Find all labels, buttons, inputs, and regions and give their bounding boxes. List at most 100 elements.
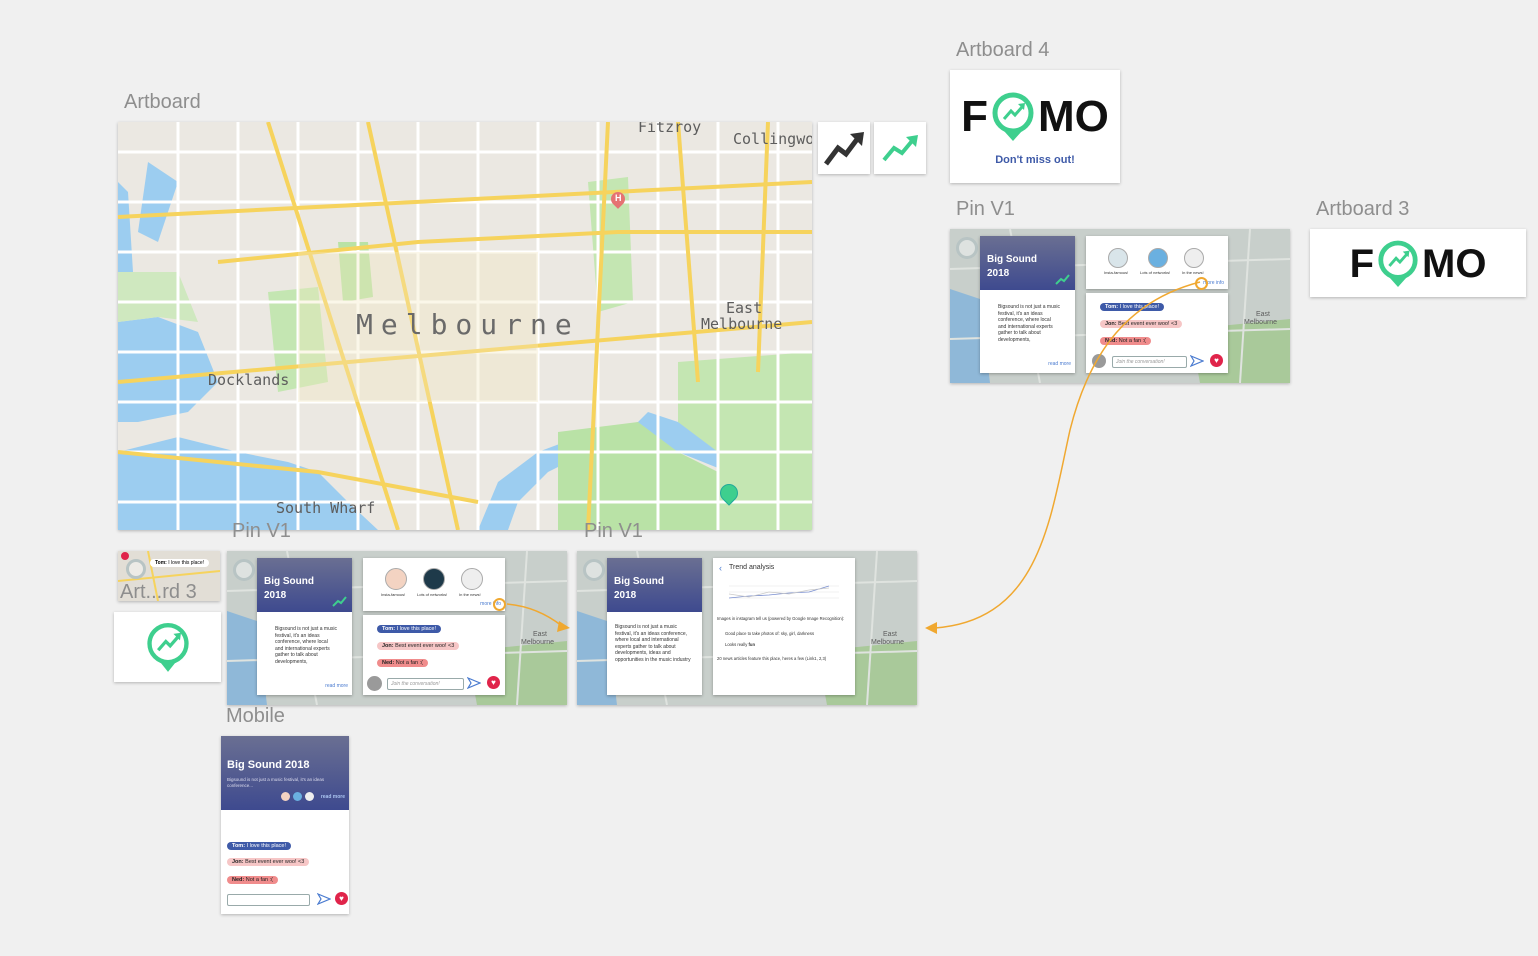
chat-input-a[interactable]: Join the conversation! <box>387 678 464 690</box>
event-title-line1-a: Big Sound <box>264 576 314 587</box>
networks-badge-label-a: Lots of networks! <box>417 592 448 597</box>
map-label-east-small: East <box>1256 311 1271 318</box>
event-card[interactable]: Big Sound 2018 Bigsound is not just a mu… <box>980 236 1075 373</box>
networks-badge-icon-a[interactable] <box>423 568 445 590</box>
hotspot-ring[interactable] <box>1195 277 1208 290</box>
insta-badge-icon-a[interactable] <box>385 568 407 590</box>
trend-up-green-icon <box>882 135 918 162</box>
mobile-title: Big Sound 2018 <box>227 759 310 771</box>
chat-input[interactable]: Join the conversation! <box>1112 356 1187 368</box>
chat-tom-name-a: Tom: <box>382 626 396 632</box>
mobile-tom-msg: I love this place! <box>246 843 287 849</box>
chat-jon-msg-a: Best event ever woo! <3 <box>395 643 455 649</box>
badges-card-a[interactable]: Insta-famous! Lots of networks! In the n… <box>363 558 506 611</box>
chat-jon-msg: Best event ever woo! <3 <box>1118 321 1178 327</box>
mobile-ned-msg: Not a fan :( <box>245 877 273 883</box>
hospital-pin-letter: H <box>615 193 622 203</box>
heart-icon-a[interactable]: ♥ <box>487 676 500 689</box>
mobile-badge-2-icon[interactable] <box>293 792 302 801</box>
mobile-label[interactable]: Mobile <box>226 705 285 728</box>
mobile-heart-icon[interactable]: ♥ <box>335 892 348 905</box>
event-title-line1: Big Sound <box>987 254 1037 265</box>
mobile-board[interactable]: Big Sound 2018 Bigsound is not just a mu… <box>221 736 349 914</box>
user-avatar-a <box>367 676 382 691</box>
map-label-fitzroy: Fitzroy <box>638 122 702 136</box>
map-label-south-wharf: South Wharf <box>276 499 376 517</box>
event-card-b[interactable]: Big Sound 2018 Bigsound is not just a mu… <box>607 558 702 695</box>
pin-v1-a-label[interactable]: Pin V1 <box>232 520 291 543</box>
pin-v1-b-label[interactable]: Pin V1 <box>584 520 643 543</box>
mini-heart-icon <box>121 552 129 560</box>
trend-card[interactable]: ‹ Trend analysis Images in instagram tel… <box>713 558 855 695</box>
insta-badge-label: Insta-famous! <box>1104 270 1129 275</box>
event-hero-b: Big Sound 2018 <box>607 558 702 612</box>
green-pin-board[interactable] <box>114 612 221 682</box>
mobile-hero: Big Sound 2018 Bigsound is not just a mu… <box>221 736 349 810</box>
chat-card[interactable]: Tom: I love this place! Jon: Best event … <box>1086 293 1228 373</box>
location-ring[interactable] <box>956 237 978 259</box>
trend-line4: 20 news articles feature this place, her… <box>717 656 827 661</box>
artboard4[interactable]: F MO Don't miss out! <box>950 70 1120 183</box>
mobile-send-icon[interactable] <box>317 893 331 905</box>
chat-jon-name-a: Jon: <box>382 643 394 649</box>
heart-icon[interactable]: ♥ <box>1210 354 1223 367</box>
map-label-east-b: East <box>883 631 898 638</box>
pin-v1-a-board[interactable]: East Melbourne Big Sound 2018 Bigsound i… <box>227 551 567 705</box>
badges-card[interactable]: Insta-famous! Lots of networks! In the n… <box>1086 236 1228 290</box>
map-label-collingwood: Collingwo <box>733 130 812 148</box>
chat-msg-ned: Ned: Not a fan :( <box>1100 337 1151 345</box>
event-description-a: Bigsound is not just a music festival, i… <box>275 626 337 665</box>
news-badge-label-a: In the news! <box>459 592 481 597</box>
trend-title: Trend analysis <box>729 564 775 571</box>
back-chevron-icon[interactable]: ‹ <box>719 563 722 573</box>
green-pin-icon <box>147 623 189 672</box>
networks-badge-icon[interactable] <box>1148 248 1168 268</box>
read-more-link[interactable]: read more <box>1048 361 1071 367</box>
send-icon[interactable] <box>1190 355 1204 367</box>
mobile-read-more[interactable]: read more <box>321 794 345 800</box>
event-hero: Big Sound 2018 <box>980 236 1075 290</box>
event-title-line2-b: 2018 <box>614 590 637 601</box>
pin-v1-right-label[interactable]: Pin V1 <box>956 198 1015 221</box>
event-title-line2-a: 2018 <box>264 590 287 601</box>
trend-icon-green-board[interactable] <box>874 122 926 174</box>
news-badge-icon-a[interactable] <box>461 568 483 590</box>
mini-chat-msg: Tom: I love this place! <box>150 559 210 567</box>
chat-tom-msg-a: I love this place! <box>396 626 437 632</box>
event-title-line2: 2018 <box>987 268 1010 279</box>
event-card-a[interactable]: Big Sound 2018 Bigsound is not just a mu… <box>257 558 352 695</box>
mobile-badge-1-icon[interactable] <box>281 792 290 801</box>
trend-up-dark-icon <box>824 132 864 166</box>
fomo-pin-icon-2 <box>1378 240 1418 287</box>
trend-icon-dark-board[interactable] <box>818 122 870 174</box>
map-label-east-melbourne: Melbourne <box>701 315 783 333</box>
mobile-chat-input[interactable] <box>227 894 310 906</box>
artboard3-label[interactable]: Artboard 3 <box>1316 198 1409 221</box>
insta-badge-icon[interactable] <box>1108 248 1128 268</box>
chat-jon-name: Jon: <box>1105 321 1117 327</box>
chat-msg-tom: Tom: I love this place! <box>1100 303 1165 311</box>
chat-ned-msg-a: Not a fan :( <box>395 660 423 666</box>
pin-v1-right-board[interactable]: East Melbourne Big Sound 2018 Bigsound i… <box>950 229 1290 383</box>
artboard-label[interactable]: Artboard <box>124 91 201 114</box>
mobile-badge-3-icon[interactable] <box>305 792 314 801</box>
mobile-msg-jon: Jon: Best event ever woo! <3 <box>227 858 310 866</box>
art-rd3-label[interactable]: Art...rd 3 <box>120 581 197 604</box>
hotspot-ring-a[interactable] <box>493 598 506 611</box>
fomo-logo-mo-2: MO <box>1422 241 1487 286</box>
artboard-map[interactable]: Melbourne Docklands South Wharf East Mel… <box>118 122 812 530</box>
news-badge-icon[interactable] <box>1184 248 1204 268</box>
chat-card-a[interactable]: Tom: I love this place! Jon: Best event … <box>363 615 505 695</box>
fomo-tagline: Don't miss out! <box>995 154 1075 166</box>
artboard4-label[interactable]: Artboard 4 <box>956 39 1049 62</box>
location-ring-b[interactable] <box>583 559 605 581</box>
event-description-b: Bigsound is not just a music festival, i… <box>615 624 691 663</box>
user-avatar <box>1092 354 1106 368</box>
location-ring-a[interactable] <box>233 559 255 581</box>
artboard3[interactable]: F MO <box>1310 229 1526 297</box>
send-icon-a[interactable] <box>467 677 481 689</box>
fomo-logo-mo: MO <box>1038 92 1109 141</box>
read-more-link-a[interactable]: read more <box>325 683 348 689</box>
pin-v1-b-board[interactable]: East Melbourne Big Sound 2018 Bigsound i… <box>577 551 917 705</box>
event-title-line1-b: Big Sound <box>614 576 664 587</box>
